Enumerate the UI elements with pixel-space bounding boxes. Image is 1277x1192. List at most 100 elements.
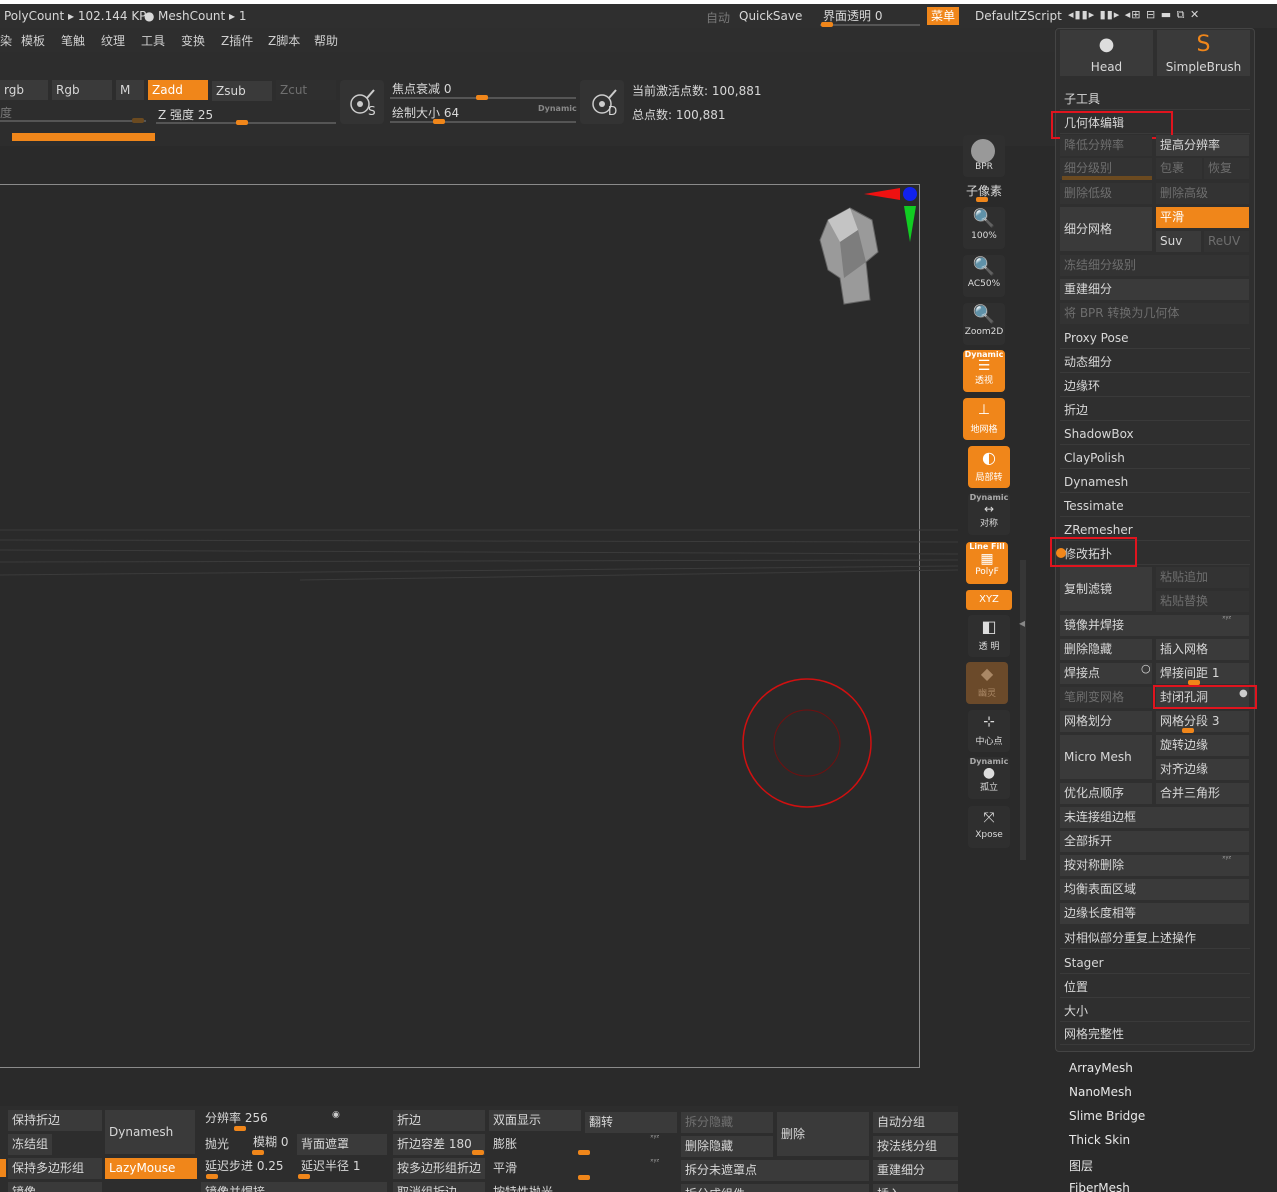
zadd-button[interactable]: Zadd [148, 80, 208, 100]
resolution-knob[interactable] [234, 1126, 246, 1131]
menu-zscript[interactable]: Z脚本 [268, 32, 300, 49]
draw-size-track[interactable] [390, 121, 576, 123]
floor-button[interactable]: ⊥ 地网格 [963, 398, 1005, 440]
divide-button[interactable]: 细分网格 [1060, 207, 1152, 251]
mirror-weld-button[interactable]: 镜像并焊接 [1060, 615, 1249, 636]
inflate-knob[interactable] [578, 1150, 590, 1155]
reuv-toggle[interactable]: ReUV [1204, 231, 1249, 252]
menu-texture[interactable]: 纹理 [101, 32, 125, 49]
flip-button[interactable]: 翻转 [585, 1112, 677, 1133]
axis-xyz-icon[interactable]: ˣʸᶻ [1222, 614, 1231, 623]
split-to-parts-button[interactable]: 拆分成组件 [681, 1184, 869, 1192]
freeze-groups-button[interactable]: 冻结组 [8, 1134, 52, 1155]
crease-by-polygroup-button[interactable]: 按多边形组折边 [393, 1158, 485, 1179]
panel-item-dynamesh[interactable]: Dynamesh [1060, 471, 1250, 493]
delete-hidden-button[interactable]: 删除隐藏 [1060, 639, 1152, 660]
optimize-points-button[interactable]: 优化点顺序 [1060, 783, 1152, 804]
delete-button[interactable]: 删除 [777, 1112, 869, 1156]
item-arraymesh[interactable]: ArrayMesh [1069, 1061, 1133, 1075]
focal-shift-knob[interactable] [476, 95, 488, 100]
rgb-intensity-track[interactable] [0, 120, 146, 122]
zsub-button[interactable]: Zsub [212, 81, 272, 101]
uncrease-all-button[interactable]: 取消组折边 [393, 1182, 485, 1192]
weld-radio-icon[interactable]: ○ [1141, 662, 1151, 675]
bpr-button[interactable]: BPR [963, 135, 1005, 177]
axis-xyz-icon[interactable]: ˣʸᶻ [650, 1133, 659, 1142]
panel-item-shadowbox[interactable]: ShadowBox [1060, 423, 1250, 445]
center-point-button[interactable]: ⊹ 中心点 [968, 710, 1010, 752]
default-zscript-button[interactable]: DefaultZScript [975, 9, 1062, 23]
item-slime-bridge[interactable]: Slime Bridge [1069, 1109, 1145, 1123]
suv-toggle[interactable]: Suv [1156, 231, 1201, 252]
panel-item-position[interactable]: 位置 [1060, 976, 1250, 998]
split-hidden-button[interactable]: 拆分隐藏 [681, 1112, 773, 1133]
menu-transform[interactable]: 变换 [181, 32, 205, 49]
lazyradius-slider[interactable]: 延迟半径 1 [297, 1156, 387, 1177]
item-layers[interactable]: 图层 [1069, 1157, 1093, 1174]
draw-size-knob[interactable] [433, 119, 445, 124]
rgb-button[interactable]: Rgb [52, 80, 112, 100]
double-sided-button[interactable]: 双面显示 [489, 1110, 581, 1131]
brush-to-mesh-button[interactable]: 笔刷变网格 [1060, 687, 1152, 708]
weld-distance-slider[interactable]: 焊接间距 1 [1156, 663, 1249, 684]
ui-transparency-knob[interactable] [821, 22, 833, 27]
keep-polygroups-button[interactable]: 保持多边形组 [8, 1158, 102, 1179]
item-fibermesh[interactable]: FiberMesh [1069, 1181, 1130, 1192]
ac50-button[interactable]: 🔍 AC50% [963, 255, 1005, 297]
restore-button[interactable]: 恢复 [1204, 158, 1249, 179]
lazystep-knob[interactable] [206, 1174, 218, 1179]
focal-brush-icon[interactable]: S [340, 80, 384, 124]
menu-render[interactable]: 染 [0, 32, 12, 49]
polyframe-button[interactable]: Line Fill ▦ PolyF [966, 542, 1008, 584]
insert-button[interactable]: 插入 [873, 1184, 958, 1192]
head-tool-thumb[interactable]: ● Head [1060, 30, 1153, 76]
panel-item-mesh-integrity[interactable]: 网格完整性 [1060, 1023, 1250, 1045]
zcut-button[interactable]: Zcut [276, 80, 336, 100]
subtool-header[interactable]: 子工具 [1060, 88, 1250, 110]
auto-groups-button[interactable]: 自动分组 [873, 1112, 958, 1133]
cage-button[interactable]: 包裹 [1156, 158, 1202, 179]
crease-tolerance-knob[interactable] [472, 1150, 484, 1155]
shelf-scrollbar[interactable] [1020, 560, 1026, 860]
solo-button[interactable]: Dynamic ● 孤立 [968, 757, 1010, 799]
equalize-edge-button[interactable]: 边缘长度相等 [1060, 903, 1249, 924]
transparency-button[interactable]: ◧ 透 明 [968, 615, 1010, 657]
groups-by-normals-button[interactable]: 按法线分组 [873, 1136, 958, 1157]
panel-item-edge-loop[interactable]: 边缘环 [1060, 375, 1250, 397]
dynamic-label[interactable]: Dynamic [538, 104, 577, 113]
grid-segments-slider[interactable]: 网格分段 3 [1156, 711, 1249, 732]
grid-divide-button[interactable]: 网格划分 [1060, 711, 1152, 732]
z-intensity-slider[interactable]: Z 强度 25 [158, 106, 213, 123]
quicksave-button[interactable]: QuickSave [739, 9, 802, 23]
panel-item-tessimate[interactable]: Tessimate [1060, 495, 1250, 517]
axis-xyz-icon[interactable]: ˣʸᶻ [1222, 854, 1231, 863]
xyz-button[interactable]: XYZ [966, 590, 1012, 610]
layout-icons[interactable]: ◂▮▮▸ ▮▮▸ ◂⊞ ⊟ ▬ ⧉ ✕ [1068, 8, 1200, 22]
freeze-sdiv-button[interactable]: 冻结细分级别 [1060, 255, 1249, 276]
ui-transparency-track[interactable] [820, 24, 920, 26]
simplebrush-thumb[interactable]: S SimpleBrush [1157, 30, 1250, 76]
const-polish-slider[interactable]: 按特性抛光 [489, 1182, 677, 1192]
panel-item-crease[interactable]: 折边 [1060, 399, 1250, 421]
weld-points-button[interactable]: 焊接点 [1060, 663, 1152, 684]
spin-edge-button[interactable]: 旋转边缘 [1156, 735, 1249, 756]
delete-hidden-bottom-button[interactable]: 删除隐藏 [681, 1136, 773, 1157]
reconstruct-button[interactable]: 重建细分 [1060, 279, 1249, 300]
equalize-surface-button[interactable]: 均衡表面区域 [1060, 879, 1249, 900]
micro-mesh-button[interactable]: Micro Mesh [1060, 735, 1152, 779]
paste-append-button[interactable]: 粘贴追加 [1156, 567, 1249, 588]
sdiv-track[interactable] [1062, 176, 1152, 180]
lower-res-button[interactable]: 降低分辨率 [1060, 135, 1152, 156]
lazyradius-knob[interactable] [298, 1174, 310, 1179]
panel-item-dynamic-subdiv[interactable]: 动态细分 [1060, 351, 1250, 373]
symmetry-button[interactable]: Dynamic ↔ 对称 [968, 493, 1010, 535]
crease-button[interactable]: 折边 [393, 1110, 485, 1131]
focal-shift-slider[interactable]: 焦点衰减 0 [392, 80, 451, 97]
menu-button[interactable]: 菜单 [927, 7, 960, 25]
perspective-button[interactable]: Dynamic ☰ 透视 [963, 350, 1005, 392]
z-intensity-knob[interactable] [236, 120, 248, 125]
paste-replace-button[interactable]: 粘贴替换 [1156, 591, 1249, 612]
reconstruct-subdiv-button[interactable]: 重建细分 [873, 1160, 958, 1181]
lazymouse-button[interactable]: LazyMouse [105, 1158, 197, 1179]
m-button[interactable]: M [116, 80, 144, 100]
